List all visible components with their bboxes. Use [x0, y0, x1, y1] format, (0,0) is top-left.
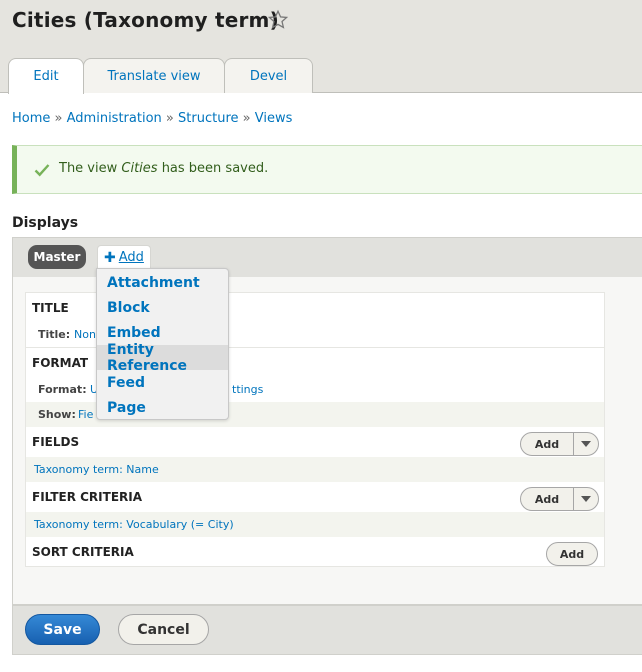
fields-section-label: FIELDS — [32, 435, 80, 449]
save-button[interactable]: Save — [25, 614, 100, 645]
fields-item-row: Taxonomy term: Name — [26, 457, 604, 482]
add-display-label: Add — [118, 250, 144, 265]
add-display-button[interactable]: ✚ Add — [97, 245, 151, 269]
format-setting-key: Format: — [38, 383, 87, 396]
check-icon — [34, 164, 50, 177]
menu-item-feed[interactable]: Feed — [97, 370, 228, 395]
filter-vocabulary[interactable]: Taxonomy term: Vocabulary (= City) — [34, 518, 234, 531]
title-setting-key: Title: — [38, 328, 71, 341]
plus-icon: ✚ — [104, 249, 116, 266]
status-message-text: The view Cities has been saved. — [59, 161, 269, 176]
view-name: Cities — [121, 161, 158, 176]
title-setting-value[interactable]: Non — [74, 328, 96, 341]
sort-section-label: SORT CRITERIA — [32, 545, 134, 559]
caret-down-icon[interactable] — [574, 441, 598, 447]
menu-item-page[interactable]: Page — [97, 395, 228, 420]
sort-section-header: SORT CRITERIA — [26, 538, 604, 566]
breadcrumb-separator: » — [54, 111, 63, 126]
display-tab-master[interactable]: Master — [28, 245, 86, 269]
tab-devel[interactable]: Devel — [224, 58, 313, 93]
fields-add-button[interactable]: Add — [521, 438, 573, 451]
title-section-label: TITLE — [32, 301, 69, 315]
caret-down-icon[interactable] — [574, 496, 598, 502]
field-taxonomy-term-name[interactable]: Taxonomy term: Name — [34, 463, 159, 476]
filter-add-dropbutton[interactable]: Add — [520, 487, 599, 511]
breadcrumb-separator: » — [165, 111, 174, 126]
breadcrumb-structure[interactable]: Structure — [178, 111, 238, 126]
fields-add-dropbutton[interactable]: Add — [520, 432, 599, 456]
show-setting-key: Show: — [38, 408, 76, 421]
cancel-button[interactable]: Cancel — [118, 614, 209, 645]
status-message: The view Cities has been saved. — [12, 145, 642, 194]
format-settings-link[interactable]: ttings — [232, 383, 263, 396]
filter-add-button[interactable]: Add — [521, 493, 573, 506]
breadcrumb-separator: » — [242, 111, 251, 126]
page-title: Cities (Taxonomy term) — [12, 8, 279, 32]
filter-section-label: FILTER CRITERIA — [32, 490, 143, 504]
fields-section-header: FIELDS — [26, 428, 604, 456]
menu-item-entity-reference[interactable]: Entity Reference — [97, 342, 228, 374]
filter-item-row: Taxonomy term: Vocabulary (= City) — [26, 512, 604, 537]
tab-translate-view[interactable]: Translate view — [83, 58, 225, 93]
breadcrumb-views[interactable]: Views — [255, 111, 293, 126]
form-actions — [12, 605, 642, 655]
star-icon[interactable] — [267, 9, 289, 31]
format-section-label: FORMAT — [32, 356, 89, 370]
breadcrumb-home[interactable]: Home — [12, 111, 50, 126]
breadcrumb-administration[interactable]: Administration — [67, 111, 162, 126]
menu-item-block[interactable]: Block — [97, 295, 228, 320]
sort-add-button[interactable]: Add — [546, 542, 598, 566]
filter-section-header: FILTER CRITERIA — [26, 483, 604, 511]
menu-item-attachment[interactable]: Attachment — [97, 270, 228, 295]
add-display-menu: Attachment Block Embed Entity Reference … — [96, 268, 229, 420]
show-setting-value[interactable]: Fie — [78, 408, 93, 421]
displays-heading: Displays — [12, 215, 79, 231]
breadcrumb: Home » Administration » Structure » View… — [12, 111, 292, 126]
tab-edit[interactable]: Edit — [8, 58, 84, 94]
